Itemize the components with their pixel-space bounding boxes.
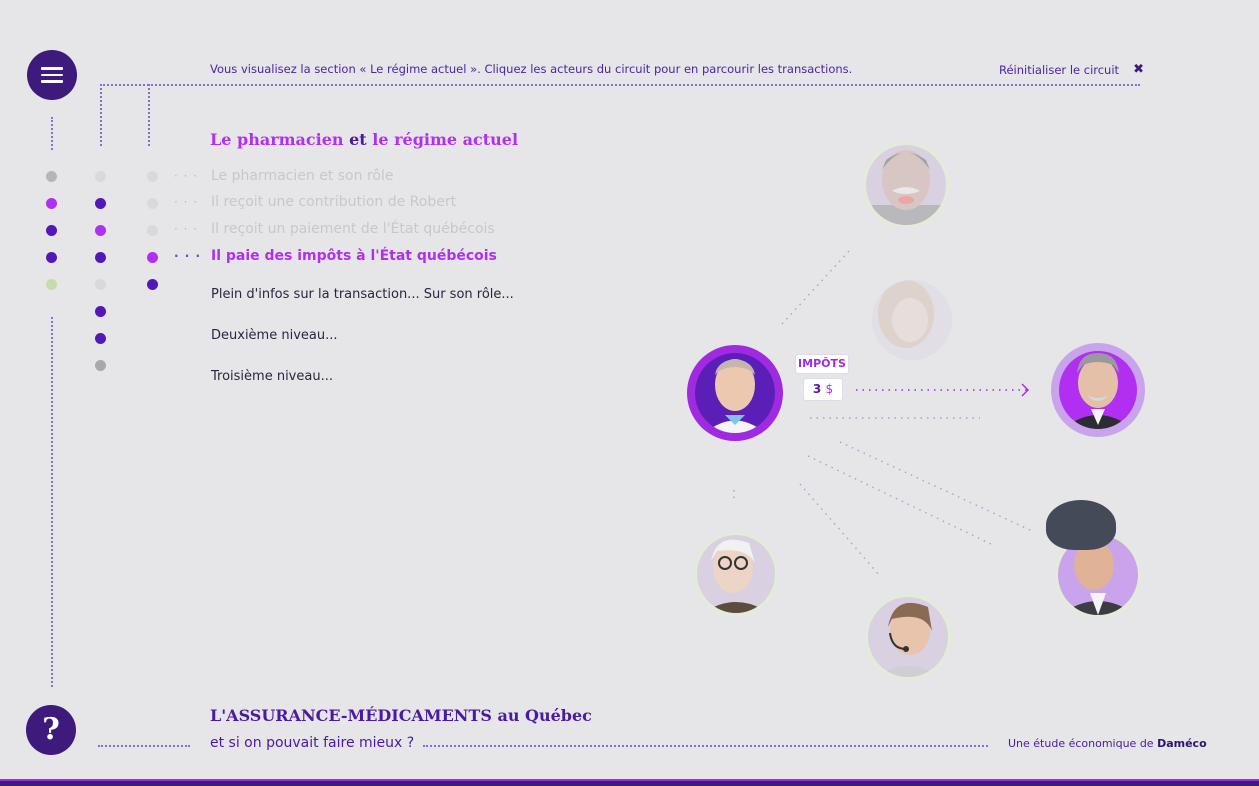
footer-title-main: L'ASSURANCE-MÉDICAMENTS: [210, 706, 492, 725]
circuit-link: [799, 483, 881, 577]
nav-dot[interactable]: [46, 171, 57, 182]
credit[interactable]: Une étude économique de Daméco: [1008, 737, 1207, 750]
timeline-line-1b: [51, 317, 53, 687]
nav-dot[interactable]: [46, 198, 57, 209]
amount-currency: $: [825, 382, 834, 396]
credit-brand: Daméco: [1157, 737, 1207, 750]
woman-face-icon: [878, 280, 934, 348]
timeline-line-2: [100, 84, 102, 146]
actor-woman-faded[interactable]: [872, 280, 952, 360]
close-icon: ✖: [1133, 62, 1144, 77]
amount-value: 3: [812, 382, 822, 396]
nav-dot[interactable]: [46, 252, 57, 263]
actor-senior[interactable]: [866, 145, 946, 225]
footer-divider-left: [98, 745, 190, 747]
section-status-text: Vous visualisez la section « Le régime a…: [210, 62, 853, 76]
businessman-hair: [1046, 500, 1116, 550]
reset-circuit-link[interactable]: Réinitialiser le circuit ✖: [999, 62, 1144, 77]
footer-title: L'ASSURANCE-MÉDICAMENTS au Québec: [210, 706, 592, 725]
footer-subtitle: et si on pouvait faire mieux ?: [210, 735, 415, 751]
detail-text: Deuxième niveau...: [211, 328, 338, 343]
nav-dot[interactable]: [46, 225, 57, 236]
section-title-section: le régime actuel: [372, 130, 519, 149]
nav-dot[interactable]: [147, 198, 158, 209]
header-divider: [100, 84, 1140, 86]
step-label: Il reçoit un paiement de l'État québécoi…: [211, 221, 495, 237]
nav-dot[interactable]: [95, 279, 106, 290]
detail-text: Plein d'infos sur la transaction... Sur …: [211, 287, 514, 302]
step-label: Il paie des impôts à l'État québécois: [211, 248, 497, 264]
actor-call-agent[interactable]: [868, 597, 948, 677]
menu-button[interactable]: [27, 50, 77, 100]
step-label: Il reçoit une contribution de Robert: [211, 194, 457, 210]
question-icon: ?: [42, 712, 60, 747]
transaction-amount[interactable]: 3 $: [804, 379, 842, 400]
timeline-line-1: [51, 117, 53, 150]
actor-government[interactable]: [1051, 343, 1145, 437]
section-title-conj: et: [349, 130, 367, 149]
elder-face-icon: [703, 539, 769, 613]
bottom-bar: [0, 779, 1259, 786]
section-title-actor: Le pharmacien: [210, 130, 344, 149]
circuit-link: [807, 455, 996, 547]
nav-dots-col-1: [46, 171, 57, 290]
nav-dot[interactable]: [95, 333, 106, 344]
step-item-active[interactable]: · · · Il paie des impôts à l'État québéc…: [174, 248, 497, 264]
timeline-line-3: [148, 84, 150, 146]
government-face-icon: [1063, 353, 1133, 429]
nav-dot[interactable]: [95, 360, 106, 371]
step-item[interactable]: · · · Il reçoit un paiement de l'État qu…: [174, 221, 495, 237]
credit-prefix: Une étude économique de: [1008, 737, 1154, 750]
pharmacist-face-icon: [705, 359, 765, 433]
circuit-link: [781, 249, 851, 325]
agent-face-icon: [876, 602, 940, 677]
section-title: Le pharmacien et le régime actuel: [210, 130, 518, 149]
circuit-link: [839, 441, 1031, 531]
step-label: Le pharmacien et son rôle: [211, 168, 394, 184]
nav-dot[interactable]: [95, 198, 106, 209]
help-button[interactable]: ?: [26, 705, 76, 755]
footer-title-suffix: au Québec: [497, 706, 592, 725]
nav-dot[interactable]: [147, 252, 158, 263]
nav-dot[interactable]: [147, 279, 158, 290]
actor-elder-glasses[interactable]: [697, 535, 775, 613]
reset-label: Réinitialiser le circuit: [999, 62, 1120, 77]
step-item[interactable]: · · · Le pharmacien et son rôle: [174, 168, 393, 184]
nav-dot[interactable]: [147, 171, 158, 182]
nav-dot[interactable]: [95, 171, 106, 182]
step-item[interactable]: · · · Il reçoit une contribution de Robe…: [174, 194, 456, 210]
nav-dot[interactable]: [46, 279, 57, 290]
nav-dots-col-3: [147, 171, 158, 290]
nav-dot[interactable]: [95, 252, 106, 263]
nav-dot[interactable]: [147, 225, 158, 236]
hamburger-icon: [41, 63, 63, 87]
actor-pharmacist[interactable]: [687, 345, 783, 441]
detail-text: Troisième niveau...: [211, 369, 333, 384]
nav-dots-col-2: [95, 171, 106, 371]
nav-dot[interactable]: [95, 225, 106, 236]
transaction-label: IMPÔTS: [796, 355, 848, 373]
nav-dot[interactable]: [95, 306, 106, 317]
senior-face-icon: [866, 150, 946, 225]
footer-divider-right: [423, 745, 988, 747]
